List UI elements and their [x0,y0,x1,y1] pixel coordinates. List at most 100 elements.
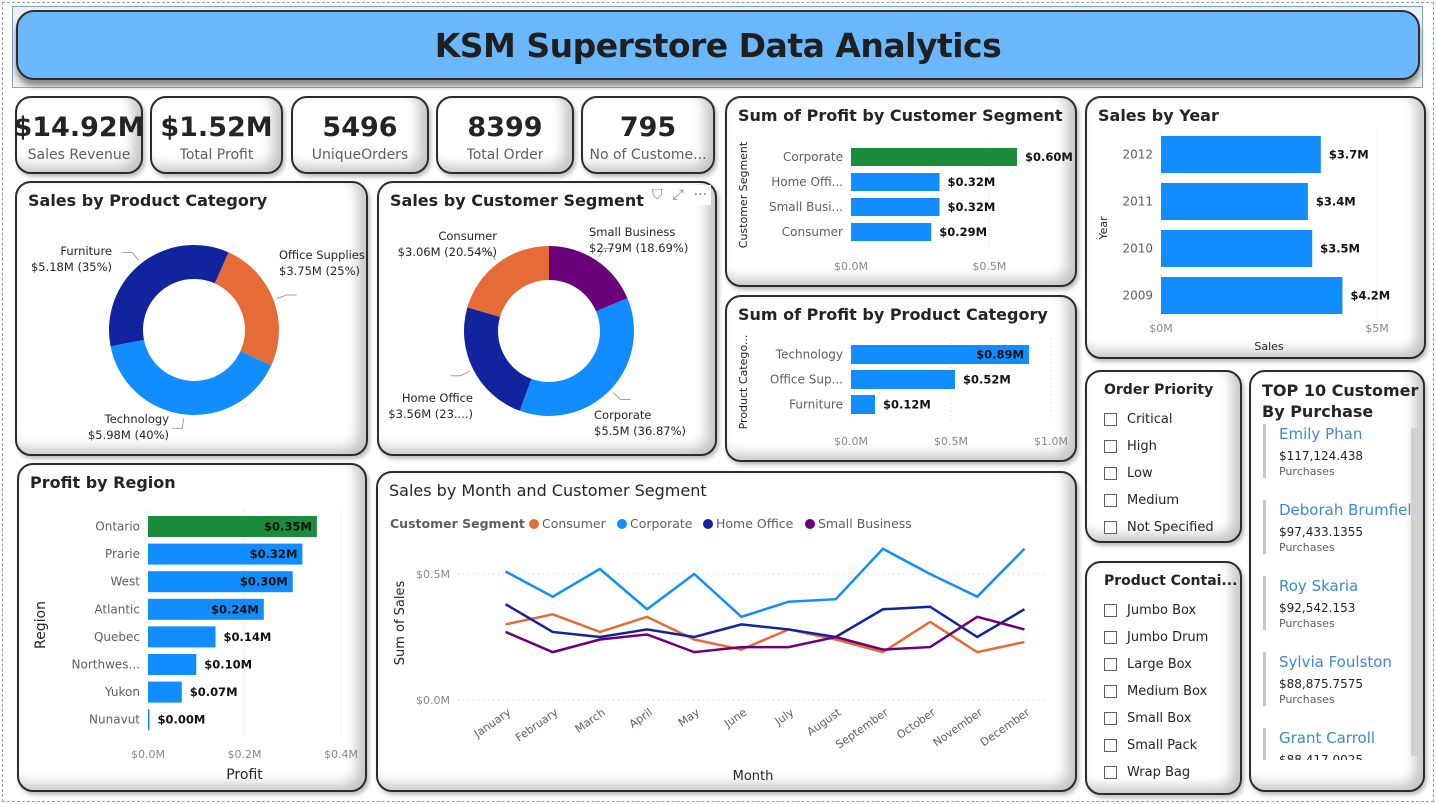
slicer-item-medium-box[interactable]: Medium Box [1104,678,1208,705]
bar-home-offi-[interactable] [851,173,940,191]
slicer-item-medium[interactable]: Medium [1104,487,1214,514]
product-container-slicer[interactable]: Product Contai... Jumbo Box Jumbo Drum Lar… [1085,561,1242,795]
data-label: $0.10M [204,658,252,672]
legend-label: Small Business [818,516,912,531]
bar-chart: $0.0M $0.5M $1.0M Technology $0.89M Office Su… [737,335,1068,448]
y-axis-title: Year [1097,216,1110,241]
sales-by-month-segment-card[interactable]: Sales by Month and Customer Segment Cust… [376,471,1077,792]
slicer-item-label: Wrap Bag [1127,765,1191,780]
checkbox[interactable] [1104,631,1117,644]
checkbox[interactable] [1104,521,1117,534]
checkbox[interactable] [1104,494,1117,507]
x-tick-label: $0.2M [228,748,262,761]
slicer-item-small-pack[interactable]: Small Pack [1104,732,1208,759]
legend-marker-consumer[interactable] [529,519,539,529]
slicer-item-not-specified[interactable]: Not Specified [1104,514,1214,541]
legend-marker-home-office[interactable] [703,519,713,529]
leader-line [612,392,631,400]
header-container: KSM Superstore Data Analytics [12,6,1423,88]
series-line-corporate[interactable] [504,547,1026,619]
slicer-item-high[interactable]: High [1104,433,1214,460]
checkbox[interactable] [1104,766,1117,779]
checkbox[interactable] [1104,658,1117,671]
kpi-card-total-order[interactable]: 8399 Total Order [436,96,574,174]
x-tick-label: $0.5M [934,435,968,448]
scrollbar[interactable] [1411,428,1418,756]
bar-consumer[interactable] [851,223,932,241]
slicer-title: Product Contai... [1104,573,1238,589]
bar-office-sup-[interactable] [851,370,955,389]
kpi-card-sales-revenue[interactable]: $14.92M Sales Revenue [13,96,145,174]
slicer-item-label: Medium Box [1127,684,1208,699]
order-priority-slicer[interactable]: Order Priority Critical High Low Medium Not … [1085,370,1242,543]
checkbox[interactable] [1104,413,1117,426]
data-label: $4.2M [1350,289,1390,303]
bar-corporate[interactable] [851,148,1017,166]
sales-by-year-card[interactable]: Sales by Year $0M $5M 2012 $3.7M 2011 $3.4M 20… [1085,96,1426,359]
donut-slice-small-business[interactable] [549,246,628,312]
kpi-card-total-profit[interactable]: $1.52M Total Profit [150,96,283,174]
checkbox[interactable] [1104,440,1117,453]
filter-icon[interactable]: ⛉ [652,187,663,203]
slicer-item-jumbo-box[interactable]: Jumbo Box [1104,597,1208,624]
donut-category-label: Furniture [60,244,112,258]
bar-2010[interactable] [1161,230,1313,267]
slicer-item-jumbo-drum[interactable]: Jumbo Drum [1104,624,1208,651]
sales-by-customer-segment-card[interactable]: Sales by Customer Segment Small Business… [377,181,717,456]
customer-name[interactable]: Grant Carroll [1279,728,1411,748]
slicer-item-label: Jumbo Box [1127,603,1197,618]
donut-slice-home-office[interactable] [464,307,532,411]
bar-small-busi-[interactable] [851,198,940,216]
sales-by-product-category-card[interactable]: Sales by Product Category Office Supplie… [15,181,368,456]
customer-name[interactable]: Emily Phan [1279,424,1411,444]
kpi-card-unique-orders[interactable]: 5496 UniqueOrders [291,96,429,174]
x-tick-label: $0.0M [834,435,868,448]
x-tick-label: December [978,706,1033,750]
donut-slice-corporate[interactable] [519,298,634,416]
checkbox[interactable] [1104,467,1117,480]
bar-furniture[interactable] [851,395,875,414]
x-tick-label: $0.5M [972,260,1006,273]
customer-list-item: Sylvia Foulston $88,875.7575 Purchases [1263,652,1411,706]
slicer-item-small-box[interactable]: Small Box [1104,705,1208,732]
y-category-label: 2009 [1122,289,1153,303]
y-axis-title: Customer Segment [737,141,750,248]
slicer-item-low[interactable]: Low [1104,460,1214,487]
checkbox[interactable] [1104,685,1117,698]
slicer-item-large-box[interactable]: Large Box [1104,651,1208,678]
checkbox[interactable] [1104,712,1117,725]
bar-northwes-[interactable] [148,654,197,675]
bar-quebec[interactable] [148,626,216,648]
bar-nunavut[interactable] [148,709,150,731]
more-options-icon[interactable]: ··· [694,187,707,203]
bar-2009[interactable] [1161,277,1343,314]
profit-by-product-category-card[interactable]: Sum of Profit by Product Category $0.0M $… [725,295,1077,462]
focus-mode-icon[interactable]: ⤢ [672,187,683,203]
top10-customers-card[interactable]: TOP 10 Customer By Purchase Emily Phan $1… [1249,370,1425,792]
profit-by-customer-segment-card[interactable]: Sum of Profit by Customer Segment $0.0M $… [725,96,1077,287]
legend-marker-small-business[interactable] [805,519,815,529]
kpi-label: Sales Revenue [27,146,131,163]
customer-name[interactable]: Roy Skaria [1279,576,1411,596]
y-category-label: Consumer [782,225,843,239]
legend-marker-corporate[interactable] [617,519,627,529]
checkbox[interactable] [1104,604,1117,617]
checkbox[interactable] [1104,739,1117,752]
slicer-item-wrap-bag[interactable]: Wrap Bag [1104,759,1208,786]
kpi-card-no-of-customers[interactable]: 795 No of Custome... [581,96,715,174]
visual-header-toolbar: ⛉ ⤢ ··· [647,185,711,205]
bar-2011[interactable] [1161,183,1308,220]
customer-name[interactable]: Deborah Brumfield [1279,500,1411,520]
bar-2012[interactable] [1161,136,1321,173]
donut-slice-office-supplies[interactable] [214,252,279,366]
customer-purchase-unit: Purchases [1279,693,1335,706]
y-axis-title: Region [33,601,49,649]
customer-name[interactable]: Sylvia Foulston [1279,652,1411,672]
data-label: $0.24M [211,602,259,616]
customer-list-item: Deborah Brumfield $97,433.1355 Purchases [1263,500,1411,554]
x-tick-label: $5M [1365,322,1389,335]
slicer-item-critical[interactable]: Critical [1104,406,1214,433]
profit-by-region-card[interactable]: Profit by Region $0.0M $0.2M $0.4M Ontario $… [17,463,367,792]
bar-yukon[interactable] [148,681,182,703]
donut-slice-furniture[interactable] [109,245,229,347]
